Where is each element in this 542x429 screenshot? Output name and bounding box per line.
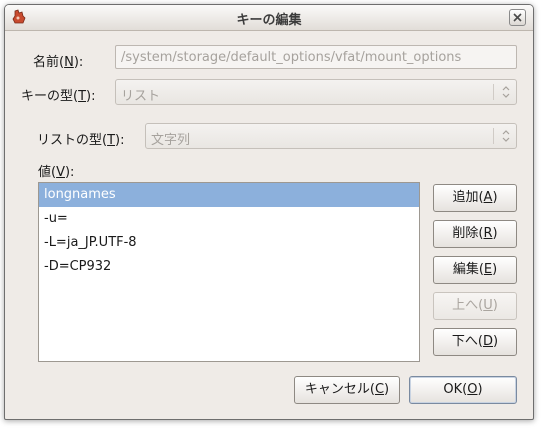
list-type-label: リストの型(T): bbox=[37, 133, 125, 148]
cancel-button[interactable]: キャンセル(C) bbox=[294, 376, 400, 404]
title-bar[interactable]: キーの編集 bbox=[5, 5, 533, 31]
list-item[interactable]: -u= bbox=[39, 207, 419, 231]
move-up-button[interactable]: 上へ(U) bbox=[433, 292, 517, 320]
list-type-combo[interactable]: 文字列 bbox=[145, 123, 517, 149]
edit-key-dialog: キーの編集 名前(N): /system/storage/default_opt… bbox=[4, 4, 534, 420]
values-label: 値(V): bbox=[38, 165, 75, 180]
key-type-value: リスト bbox=[121, 89, 161, 104]
key-type-combo[interactable]: リスト bbox=[115, 79, 517, 105]
combo-separator bbox=[493, 128, 494, 144]
combo-separator bbox=[493, 84, 494, 100]
updown-arrow-icon bbox=[502, 130, 510, 142]
list-type-value: 文字列 bbox=[151, 133, 191, 148]
edit-button[interactable]: 編集(E) bbox=[433, 256, 517, 284]
move-down-button[interactable]: 下へ(D) bbox=[433, 328, 517, 356]
name-field[interactable]: /system/storage/default_options/vfat/mou… bbox=[115, 45, 517, 69]
list-item[interactable]: -L=ja_JP.UTF-8 bbox=[39, 231, 419, 255]
close-icon bbox=[513, 13, 522, 22]
ok-button[interactable]: OK(O) bbox=[409, 376, 517, 404]
key-type-label: キーの型(T): bbox=[21, 89, 96, 104]
add-button[interactable]: 追加(A) bbox=[433, 184, 517, 212]
values-list[interactable]: longnames -u= -L=ja_JP.UTF-8 -D=CP932 bbox=[38, 182, 420, 362]
updown-arrow-icon bbox=[502, 86, 510, 98]
remove-button[interactable]: 削除(R) bbox=[433, 220, 517, 248]
window-title: キーの編集 bbox=[236, 13, 302, 28]
close-button[interactable] bbox=[509, 9, 526, 26]
list-item[interactable]: -D=CP932 bbox=[39, 255, 419, 279]
list-item[interactable]: longnames bbox=[39, 183, 419, 207]
name-label: 名前(N): bbox=[33, 55, 84, 70]
